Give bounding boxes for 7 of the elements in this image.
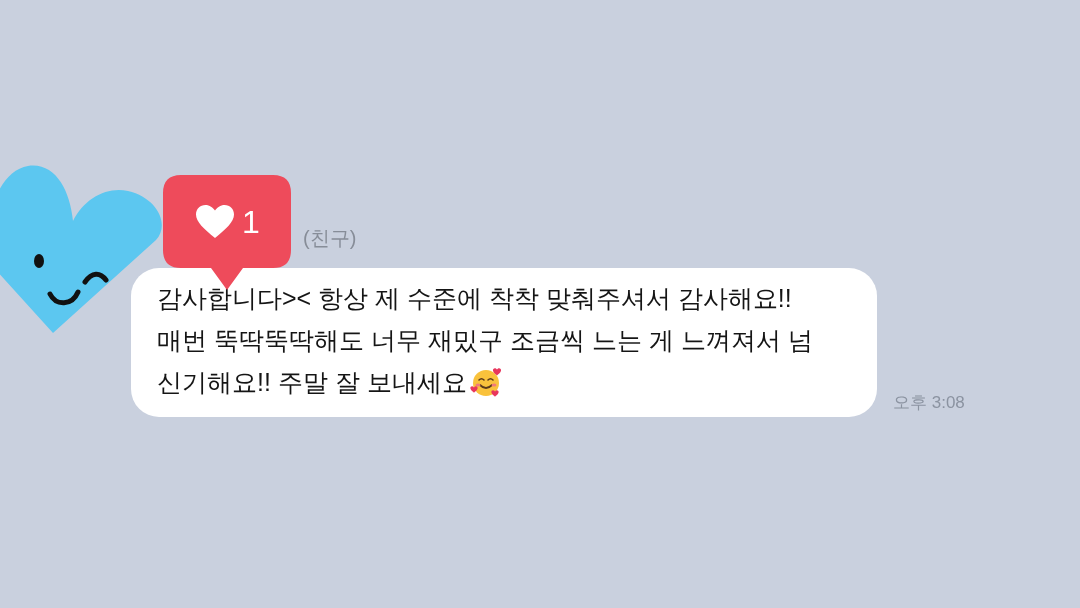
sender-name: (친구) <box>303 226 357 251</box>
heart-icon <box>196 205 235 238</box>
message-time: 오후 3:08 <box>893 392 965 414</box>
like-count: 1 <box>242 203 260 240</box>
message-text-line: 매번 뚝딱뚝딱해도 너무 재밌구 조금씩 느는 게 느껴져서 넘 <box>157 325 813 356</box>
message-text-line: 신기해요!! 주말 잘 보내세요 <box>157 367 467 398</box>
smiling-face-with-hearts-emoji-icon <box>468 366 502 398</box>
